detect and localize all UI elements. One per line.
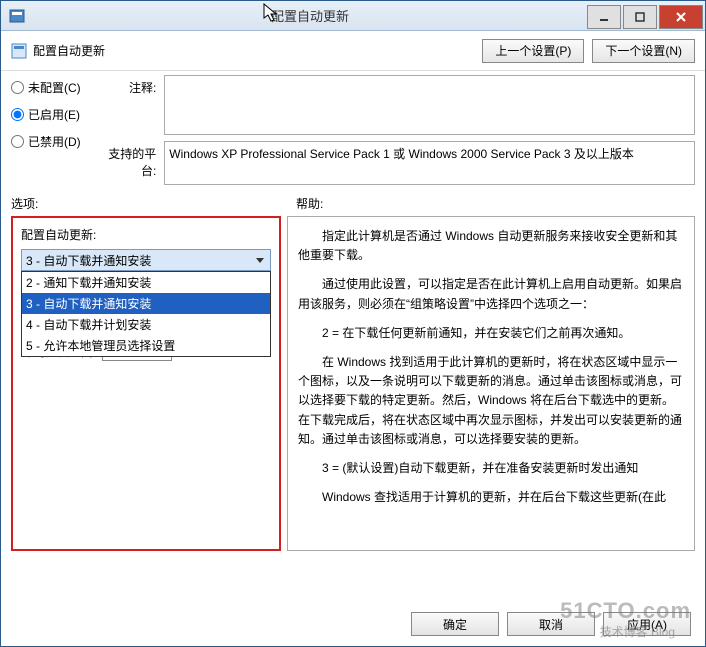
header-row: 配置自动更新 上一个设置(P) 下一个设置(N) — [1, 31, 705, 71]
update-mode-combo[interactable]: 3 - 自动下载并通知安装 — [21, 249, 271, 271]
maximize-button[interactable] — [623, 5, 657, 29]
combo-label: 配置自动更新: — [21, 226, 271, 243]
update-mode-dropdown: 2 - 通知下载并通知安装 3 - 自动下载并通知安装 4 - 自动下载并计划安… — [21, 271, 271, 357]
help-p6: Windows 查找适用于计算机的更新，并在后台下载这些更新(在此 — [298, 488, 684, 507]
radio-unconfigured[interactable]: 未配置(C) — [11, 79, 101, 96]
close-button[interactable] — [659, 5, 703, 29]
config-row: 未配置(C) 已启用(E) 已禁用(D) 注释: 支持的平台: Windows … — [1, 71, 705, 189]
next-setting-button[interactable]: 下一个设置(N) — [592, 39, 695, 63]
radio-disabled-label: 已禁用(D) — [28, 133, 81, 150]
radio-enabled-label: 已启用(E) — [28, 106, 80, 123]
section-labels: 选项: 帮助: — [1, 189, 705, 216]
dialog-window: 配置自动更新 配置自动更新 上一个设置(P) 下一个设置(N) 未配置(C) 已… — [0, 0, 706, 647]
help-p1: 指定此计算机是否通过 Windows 自动更新服务来接收安全更新和其他重要下载。 — [298, 227, 684, 265]
window-controls — [587, 3, 705, 29]
combo-selected-text: 3 - 自动下载并通知安装 — [26, 252, 151, 269]
cancel-button[interactable]: 取消 — [507, 612, 595, 636]
platform-label: 支持的平台: — [101, 141, 164, 179]
help-p3: 2 = 在下载任何更新前通知，并在安装它们之前再次通知。 — [298, 324, 684, 343]
help-section-label: 帮助: — [286, 195, 695, 212]
radio-enabled-input[interactable] — [11, 108, 24, 121]
state-radio-group: 未配置(C) 已启用(E) 已禁用(D) — [11, 75, 101, 160]
platform-box: Windows XP Professional Service Pack 1 或… — [164, 141, 695, 185]
help-p2: 通过使用此设置，可以指定是否在此计算机上启用自动更新。如果启用该服务，则必须在“… — [298, 275, 684, 313]
dropdown-item-3[interactable]: 3 - 自动下载并通知安装 — [22, 293, 270, 314]
policy-icon — [11, 43, 27, 59]
apply-button[interactable]: 应用(A) — [603, 612, 691, 636]
options-panel: 配置自动更新: 3 - 自动下载并通知安装 2 - 通知下载并通知安装 3 - … — [11, 216, 281, 551]
titlebar[interactable]: 配置自动更新 — [1, 1, 705, 31]
minimize-button[interactable] — [587, 5, 621, 29]
radio-unconfigured-input[interactable] — [11, 81, 24, 94]
prev-setting-button[interactable]: 上一个设置(P) — [482, 39, 584, 63]
help-p4: 在 Windows 找到适用于此计算机的更新时，将在状态区域中显示一个图标，以及… — [298, 353, 684, 449]
app-icon — [9, 8, 25, 24]
dropdown-item-5[interactable]: 5 - 允许本地管理员选择设置 — [22, 335, 270, 356]
options-section-label: 选项: — [11, 195, 286, 212]
radio-disabled-input[interactable] — [11, 135, 24, 148]
comment-label: 注释: — [101, 75, 164, 96]
ok-button[interactable]: 确定 — [411, 612, 499, 636]
radio-enabled[interactable]: 已启用(E) — [11, 106, 101, 123]
help-panel: 指定此计算机是否通过 Windows 自动更新服务来接收安全更新和其他重要下载。… — [287, 216, 695, 551]
footer: 确定 取消 应用(A) — [411, 612, 691, 636]
window-title: 配置自动更新 — [33, 6, 587, 25]
dropdown-item-4[interactable]: 4 - 自动下载并计划安装 — [22, 314, 270, 335]
combo-wrap: 3 - 自动下载并通知安装 2 - 通知下载并通知安装 3 - 自动下载并通知安… — [21, 249, 271, 271]
radio-disabled[interactable]: 已禁用(D) — [11, 133, 101, 150]
dropdown-item-2[interactable]: 2 - 通知下载并通知安装 — [22, 272, 270, 293]
comment-textarea[interactable] — [164, 75, 695, 135]
policy-title: 配置自动更新 — [33, 42, 474, 59]
radio-unconfigured-label: 未配置(C) — [28, 79, 81, 96]
help-p5: 3 = (默认设置)自动下载更新，并在准备安装更新时发出通知 — [298, 459, 684, 478]
panels: 配置自动更新: 3 - 自动下载并通知安装 2 - 通知下载并通知安装 3 - … — [1, 216, 705, 551]
